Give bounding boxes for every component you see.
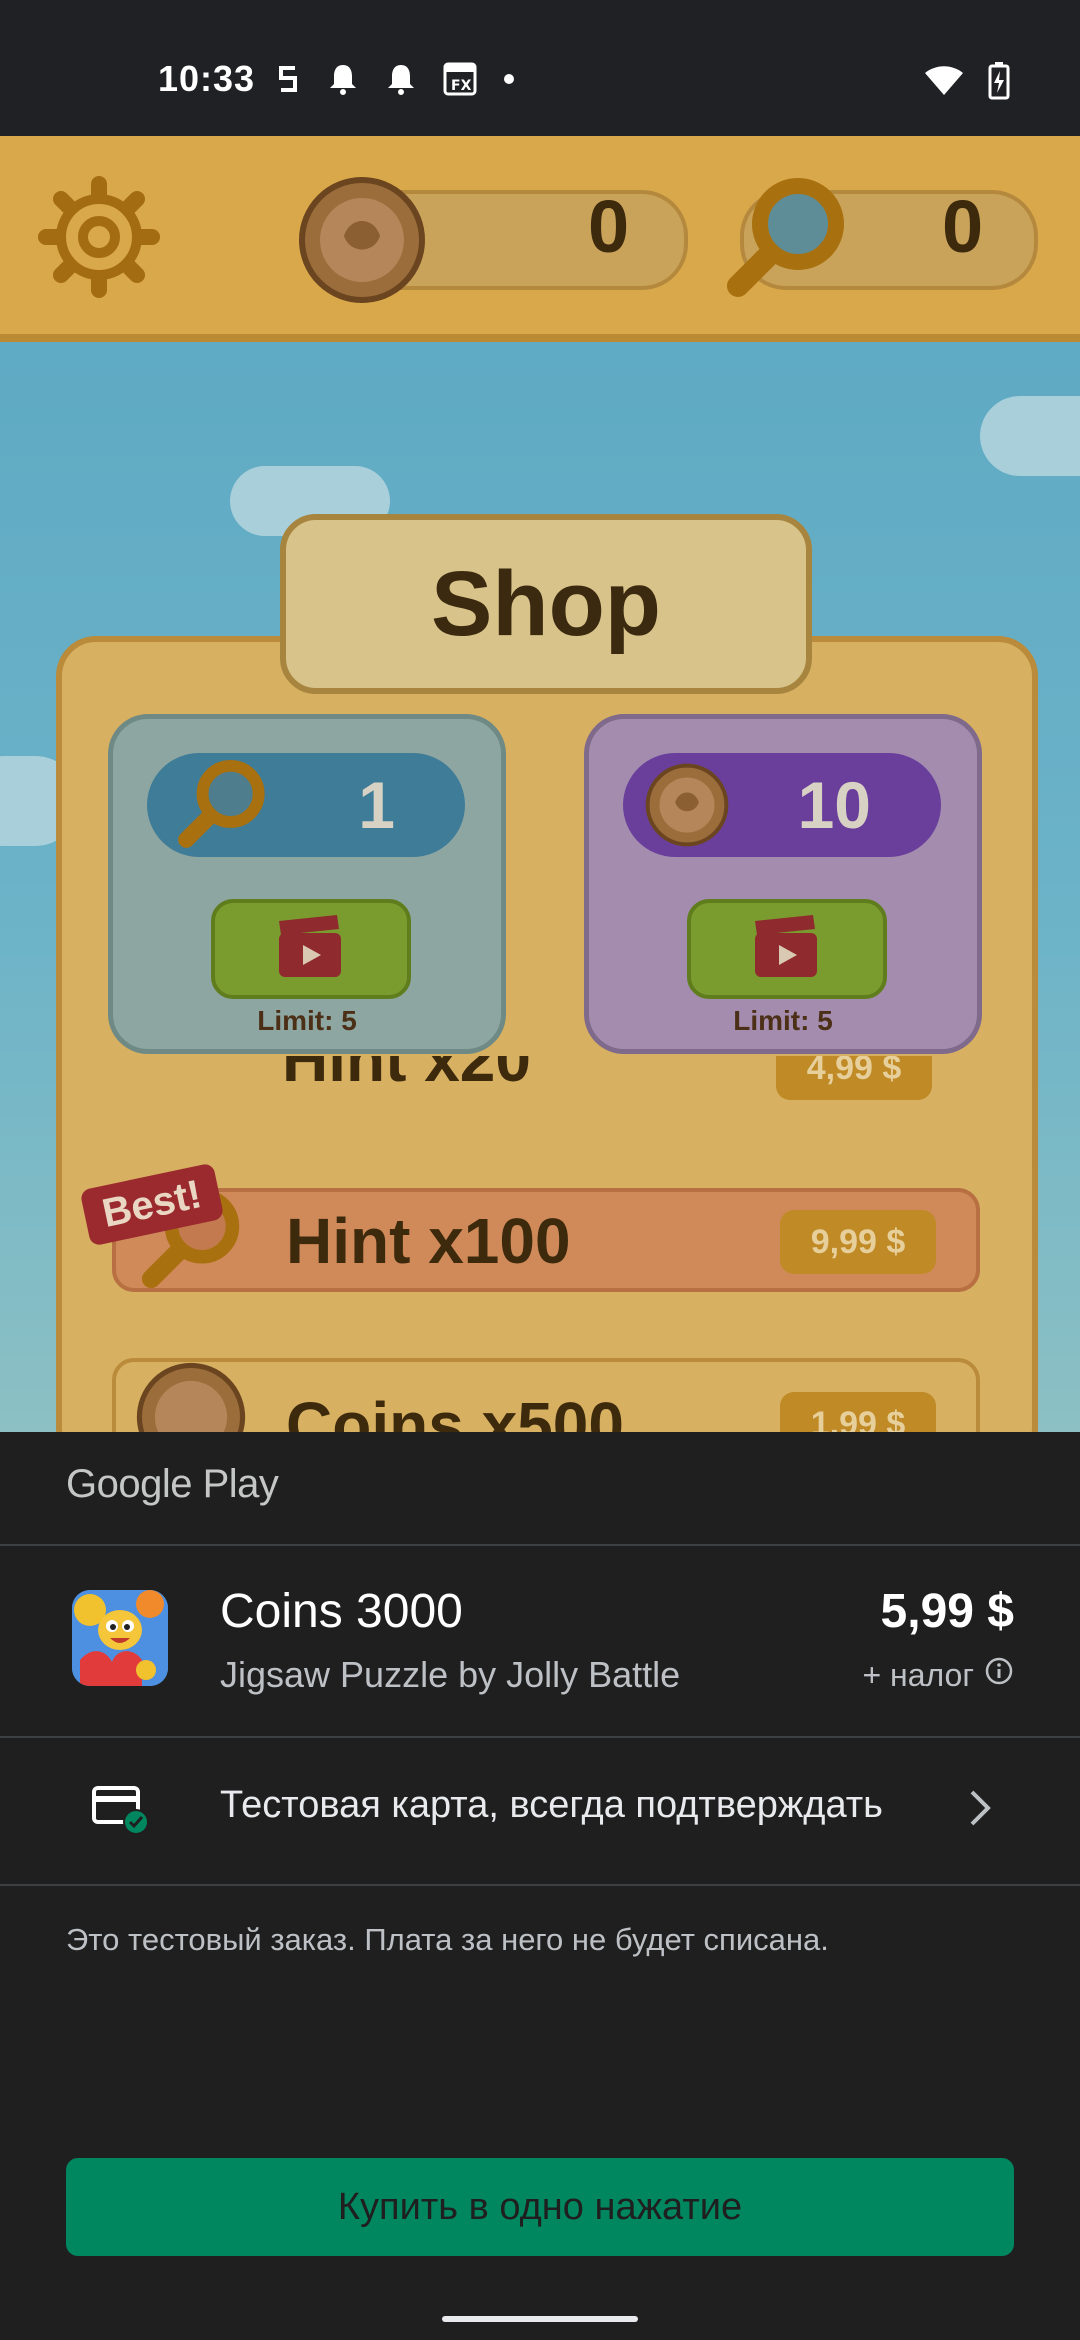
shop-row-hint100[interactable]: Hint x100 9,99 $ — [112, 1188, 980, 1292]
magnifier-icon — [720, 174, 850, 308]
home-indicator[interactable] — [442, 2316, 638, 2322]
row-price[interactable]: 9,99 $ — [780, 1210, 936, 1274]
offer-pill: 10 — [623, 753, 941, 857]
hints-value: 0 — [942, 185, 984, 268]
google-play-logo: Google Play — [66, 1462, 279, 1506]
row-label: Hint x100 — [286, 1205, 571, 1277]
row-price[interactable]: 1,99 $ — [780, 1392, 936, 1432]
magnifier-icon — [173, 757, 269, 857]
shop-row-coins500[interactable]: Coins x500 1,99 $ — [112, 1358, 980, 1432]
status-time: 10:33 — [158, 58, 256, 99]
coin-icon — [298, 176, 426, 308]
coin-icon — [136, 1362, 246, 1432]
game-top-bar: 0 0 — [0, 136, 1080, 342]
offer-pill: 1 — [147, 753, 465, 857]
video-clapper-icon — [275, 913, 345, 985]
bell-icon — [327, 62, 359, 96]
game-background: 0 0 Shop 1 Limit: 5 10 Limit: 5 Hint x20… — [0, 136, 1080, 1432]
product-row: Coins 3000 Jigsaw Puzzle by Jolly Battle… — [0, 1546, 1080, 1738]
row-label: Hint x20 — [282, 1056, 531, 1095]
status-bar: 10:33 FX — [0, 0, 1080, 136]
watch-video-button[interactable] — [687, 899, 887, 999]
shop-banner: Shop — [280, 514, 812, 694]
watch-video-button[interactable] — [211, 899, 411, 999]
offer-amount: 1 — [358, 768, 395, 842]
gear-icon[interactable] — [36, 174, 162, 304]
offer-card-coins[interactable]: 10 Limit: 5 — [584, 714, 982, 1054]
video-clapper-icon — [751, 913, 821, 985]
payment-method-label: Тестовая карта, всегда подтверждать — [220, 1784, 883, 1826]
coins-value: 0 — [588, 185, 630, 268]
bell-icon — [385, 62, 417, 96]
sheet-header: Google Play — [0, 1432, 1080, 1546]
offer-limit: Limit: 5 — [733, 1005, 833, 1036]
wifi-icon — [924, 65, 964, 97]
s-icon — [275, 62, 301, 96]
shop-title: Shop — [431, 552, 661, 655]
notification-icons: FX — [275, 62, 515, 96]
payment-method-row[interactable]: Тестовая карта, всегда подтверждать — [0, 1738, 1080, 1886]
tax-info[interactable]: + налог — [862, 1656, 1014, 1694]
row-price[interactable]: 4,99 $ — [776, 1056, 932, 1100]
battery-charging-icon — [988, 62, 1010, 100]
system-icons — [924, 62, 1010, 100]
svg-text:FX: FX — [451, 78, 472, 94]
chevron-right-icon — [968, 1788, 992, 1832]
offer-limit: Limit: 5 — [257, 1005, 357, 1036]
row-label: Coins x500 — [286, 1389, 624, 1432]
product-price: 5,99 $ — [880, 1585, 1014, 1638]
buy-button[interactable]: Купить в одно нажатие — [66, 2158, 1014, 2256]
fx-icon: FX — [443, 62, 477, 96]
offer-amount: 10 — [797, 768, 871, 842]
coin-icon — [645, 763, 729, 851]
dot-icon — [503, 73, 515, 85]
product-title: Coins 3000 — [220, 1585, 463, 1638]
credit-card-icon — [92, 1782, 154, 1842]
tax-label: + налог — [862, 1656, 974, 1693]
product-subtitle: Jigsaw Puzzle by Jolly Battle — [220, 1654, 681, 1695]
shop-row-hint20[interactable]: Hint x20 4,99 $ — [112, 1056, 972, 1116]
cloud — [980, 396, 1080, 476]
offer-card-hint[interactable]: 1 Limit: 5 — [108, 714, 506, 1054]
purchase-sheet: Google Play Coins 3000 Jigsaw Puzzle by … — [0, 1432, 1080, 2340]
info-icon[interactable] — [984, 1656, 1014, 1694]
test-order-notice: Это тестовый заказ. Плата за него не буд… — [66, 1922, 829, 1957]
app-icon — [72, 1590, 168, 1686]
